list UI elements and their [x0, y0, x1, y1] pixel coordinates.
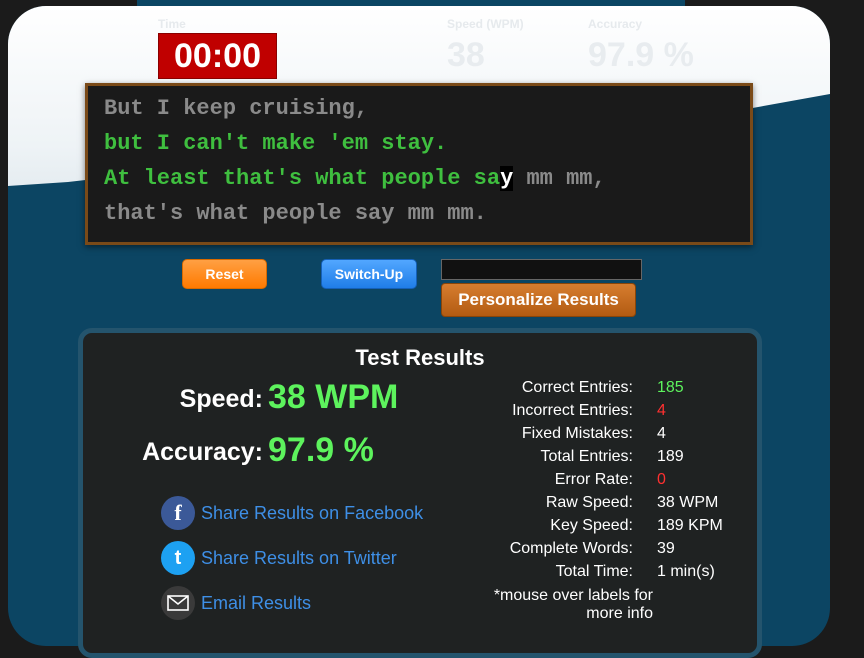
detail-row: Raw Speed: 38 WPM — [463, 494, 763, 516]
email-results-link[interactable]: Email Results — [161, 586, 311, 620]
text-line-1: But I keep cruising, — [104, 96, 369, 121]
result-speed-label: Speed: — [179, 385, 263, 413]
detail-label[interactable]: Complete Words: — [510, 540, 633, 558]
detail-row: Incorrect Entries: 4 — [463, 402, 763, 424]
detail-label[interactable]: Fixed Mistakes: — [522, 425, 633, 443]
detail-row: Error Rate: 0 — [463, 471, 763, 493]
detail-value: 0 — [657, 471, 666, 488]
detail-row: Fixed Mistakes: 4 — [463, 425, 763, 447]
detail-value: 189 — [657, 448, 684, 465]
detail-label[interactable]: Total Entries: — [541, 448, 633, 466]
twitter-icon: t — [161, 541, 195, 575]
detail-row: Key Speed: 189 KPM — [463, 517, 763, 539]
detail-label[interactable]: Key Speed: — [550, 517, 633, 535]
detail-row: Total Time: 1 min(s) — [463, 563, 763, 585]
reset-button[interactable]: Reset — [182, 259, 267, 289]
detail-label[interactable]: Raw Speed: — [546, 494, 633, 512]
detail-label[interactable]: Correct Entries: — [522, 379, 633, 397]
detail-value: 1 min(s) — [657, 563, 715, 580]
share-twitter-text: Share Results on Twitter — [201, 547, 397, 568]
text-line-2: but I can't make 'em stay. — [104, 131, 448, 156]
detail-value: 39 — [657, 540, 675, 557]
mouse-over-note: *mouse over labels for more info — [493, 587, 653, 622]
share-twitter-link[interactable]: t Share Results on Twitter — [161, 541, 397, 575]
email-icon — [161, 586, 195, 620]
typing-text-box[interactable]: But I keep cruising, but I can't make 'e… — [85, 83, 753, 245]
result-speed-value: 38 WPM — [268, 378, 399, 416]
detail-label[interactable]: Error Rate: — [555, 471, 633, 489]
timer-display: 00:00 — [158, 33, 277, 79]
share-facebook-text: Share Results on Facebook — [201, 502, 424, 523]
personalize-results-button[interactable]: Personalize Results — [441, 283, 636, 317]
speed-value: 38 — [447, 36, 485, 74]
share-facebook-link[interactable]: f Share Results on Facebook — [161, 496, 423, 530]
detail-label[interactable]: Incorrect Entries: — [512, 402, 633, 420]
result-accuracy-label: Accuracy: — [142, 438, 263, 466]
results-title: Test Results — [355, 345, 485, 370]
typed-text: At least that's what people sa — [104, 166, 501, 191]
detail-value: 38 WPM — [657, 494, 719, 511]
detail-label[interactable]: Total Time: — [556, 563, 633, 581]
detail-value: 4 — [657, 425, 666, 442]
switch-up-button[interactable]: Switch-Up — [321, 259, 417, 289]
detail-value: 4 — [657, 402, 666, 419]
accuracy-value: 97.9 % — [588, 36, 694, 74]
detail-row: Correct Entries: 185 — [463, 379, 763, 401]
accuracy-label: Accuracy — [588, 17, 643, 31]
text-cursor: y — [500, 166, 514, 191]
text-line-3: At least that's what people say mm mm, — [104, 166, 606, 191]
results-panel: Test Results Speed: 38 WPM Accuracy: 97.… — [78, 328, 762, 658]
time-label: Time — [158, 17, 186, 31]
facebook-icon: f — [161, 496, 195, 530]
detail-row: Complete Words: 39 — [463, 540, 763, 562]
detail-value: 189 KPM — [657, 517, 723, 534]
pending-text: mm mm, — [513, 166, 606, 191]
name-input[interactable] — [441, 259, 642, 280]
text-line-4: that's what people say mm mm. — [104, 201, 487, 226]
detail-value: 185 — [657, 379, 684, 396]
email-results-text: Email Results — [201, 592, 312, 613]
result-accuracy-value: 97.9 % — [268, 431, 374, 469]
detail-row: Total Entries: 189 — [463, 448, 763, 470]
speed-label: Speed (WPM) — [447, 17, 524, 31]
